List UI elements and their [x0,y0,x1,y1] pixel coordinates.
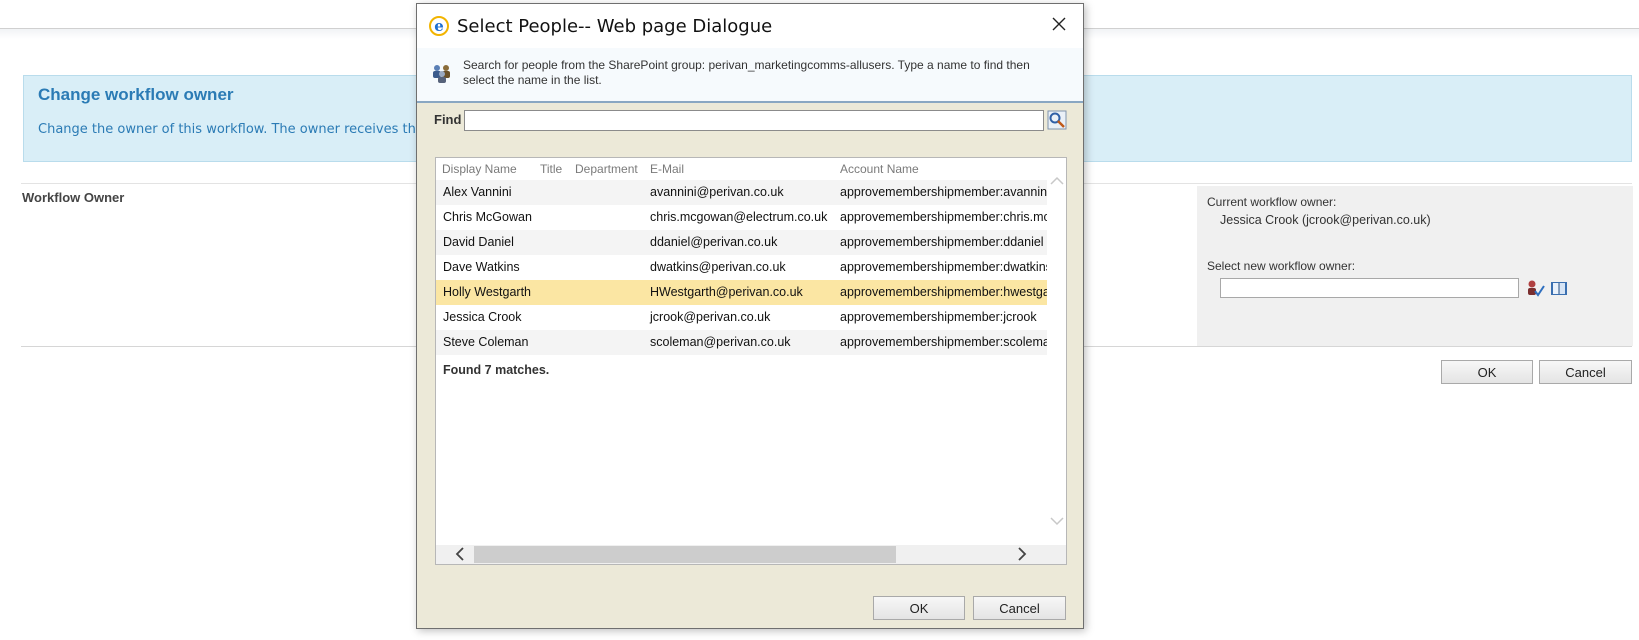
horizontal-scroll-thumb[interactable] [474,546,896,563]
cell-account-name: approvemembershipmember:ddaniel [840,235,1044,249]
column-title[interactable]: Title [540,162,562,176]
page-ok-button[interactable]: OK [1441,360,1533,384]
results-header: Display Name Title Department E-Mail Acc… [436,158,1048,180]
cell-email: chris.mcgowan@electrum.co.uk [650,210,828,224]
table-row[interactable]: Chris McGowan chris.mcgowan@electrum.co.… [436,205,1048,230]
column-account-name[interactable]: Account Name [840,162,919,176]
check-names-icon[interactable] [1525,278,1545,298]
results-list: Display Name Title Department E-Mail Acc… [435,157,1067,565]
cell-account-name: approvemembershipmember:dwatkins [840,260,1048,274]
table-row-selected[interactable]: Holly Westgarth HWestgarth@perivan.co.uk… [436,280,1048,305]
cell-account-name: approvemembershipmember:jcrook [840,310,1037,324]
new-owner-input[interactable] [1220,278,1519,298]
people-group-icon [431,62,453,84]
cell-display-name: Chris McGowan [443,210,532,224]
current-owner-label: Current workflow owner: [1207,195,1337,209]
scroll-up-icon[interactable] [1050,174,1064,190]
cell-email: scoleman@perivan.co.uk [650,335,791,349]
close-icon[interactable] [1049,14,1069,34]
find-label: Find [434,112,462,127]
cell-display-name: Jessica Crook [443,310,522,324]
cell-email: ddaniel@perivan.co.uk [650,235,778,249]
cell-email: jcrook@perivan.co.uk [650,310,771,324]
match-count: Found 7 matches. [443,363,550,377]
page-title: Change workflow owner [38,85,234,104]
cell-display-name: Alex Vannini [443,185,512,199]
page-cancel-button[interactable]: Cancel [1539,360,1632,384]
vertical-scrollbar[interactable] [1047,158,1066,547]
svg-text:e: e [434,17,444,35]
select-people-dialog: e Select People-- Web page Dialogue Sear… [416,3,1084,629]
dialog-intro-text: Search for people from the SharePoint gr… [463,58,1030,87]
workflow-owner-label: Workflow Owner [22,190,125,205]
column-display-name[interactable]: Display Name [442,162,517,176]
internet-explorer-icon: e [427,14,451,38]
find-input[interactable] [464,110,1044,131]
scroll-down-icon[interactable] [1050,514,1064,530]
select-new-owner-label: Select new workflow owner: [1207,259,1356,273]
table-row[interactable]: Dave Watkins dwatkins@perivan.co.uk appr… [436,255,1048,280]
table-row[interactable]: Alex Vannini avannini@perivan.co.uk appr… [436,180,1048,205]
cell-account-name: approvemembershipmember:scoleman [840,335,1048,349]
search-people-icon[interactable] [1047,110,1067,130]
cell-email: HWestgarth@perivan.co.uk [650,285,803,299]
cell-account-name: approvemembershipmember:avannini [840,185,1048,199]
dialog-cancel-button[interactable]: Cancel [973,596,1066,620]
current-owner-value: Jessica Crook (jcrook@perivan.co.uk) [1220,213,1431,227]
cell-email: dwatkins@perivan.co.uk [650,260,786,274]
table-row[interactable]: Steve Coleman scoleman@perivan.co.uk app… [436,330,1048,355]
cell-account-name: approvemembershipmember:hwestgarth [840,285,1048,299]
address-book-icon[interactable] [1549,278,1569,298]
scroll-right-icon[interactable] [1016,546,1028,564]
dialog-title: Select People-- Web page Dialogue [457,16,773,37]
cell-account-name: approvemembershipmember:chris.mcgowan [840,210,1048,224]
dialog-intro: Search for people from the SharePoint gr… [417,48,1083,103]
cell-display-name: Steve Coleman [443,335,529,349]
column-department[interactable]: Department [575,162,638,176]
horizontal-scrollbar[interactable] [436,545,1066,564]
table-row[interactable]: Jessica Crook jcrook@perivan.co.uk appro… [436,305,1048,330]
cell-email: avannini@perivan.co.uk [650,185,784,199]
cell-display-name: Holly Westgarth [443,285,531,299]
scroll-left-icon[interactable] [454,546,466,564]
dialog-ok-button[interactable]: OK [873,596,965,620]
page-description: Change the owner of this workflow. The o… [38,122,424,137]
cell-display-name: David Daniel [443,235,514,249]
cell-display-name: Dave Watkins [443,260,520,274]
dialog-titlebar: e Select People-- Web page Dialogue [417,4,1083,48]
table-row[interactable]: David Daniel ddaniel@perivan.co.uk appro… [436,230,1048,255]
column-email[interactable]: E-Mail [650,162,684,176]
owner-panel: Current workflow owner: Jessica Crook (j… [1197,186,1633,346]
